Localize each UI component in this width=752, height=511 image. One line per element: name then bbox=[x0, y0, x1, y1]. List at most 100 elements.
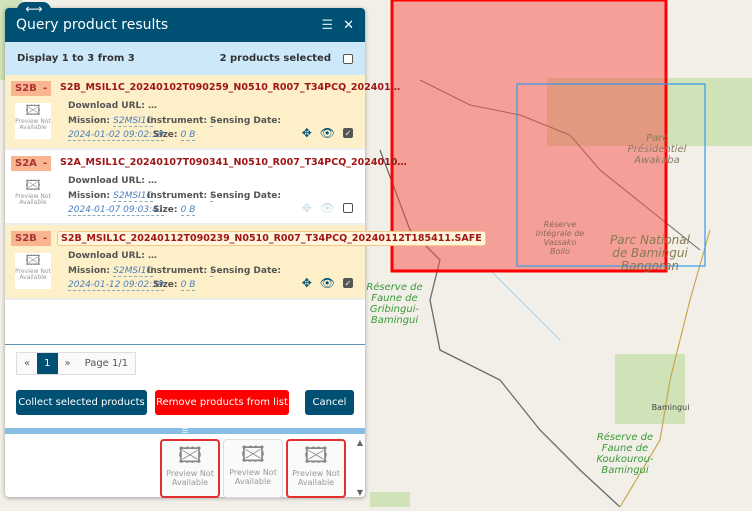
scroll-down-icon[interactable]: ▼ bbox=[357, 488, 363, 497]
eye-icon[interactable]: 👁 bbox=[320, 201, 335, 215]
platform-badge: S2B bbox=[11, 231, 41, 246]
product-row[interactable]: S2B - S2B_MSIL1C_20240112T090239_N0510_R… bbox=[5, 225, 486, 300]
instrument-field: Instrument: - bbox=[147, 191, 214, 202]
field-label: Sensing Date: bbox=[210, 266, 281, 276]
cancel-button[interactable]: Cancel bbox=[305, 390, 354, 415]
platform-badge: S2B bbox=[11, 81, 41, 96]
preview-tile[interactable]: 🖾 Preview Not Available bbox=[286, 439, 346, 498]
select-all-checkbox[interactable] bbox=[343, 53, 353, 64]
preview-thumbnail: 🖾 Preview Not Available bbox=[15, 253, 51, 289]
park-area bbox=[370, 492, 410, 507]
mission-field: Mission: S2MSI1C bbox=[68, 116, 153, 127]
date-value[interactable]: 2024-01-02 09:02:59 bbox=[68, 130, 164, 141]
image-icon: 🖾 bbox=[25, 178, 41, 194]
preview-tile[interactable]: 🖾 Preview Not Available bbox=[160, 439, 220, 498]
preview-text: Preview Not Available bbox=[15, 268, 51, 281]
field-label: Size: bbox=[153, 280, 178, 290]
size-value[interactable]: 0 B bbox=[180, 280, 196, 291]
size-field: Size: 0 B bbox=[153, 205, 196, 216]
date-value[interactable]: 2024-01-12 09:02:39 bbox=[68, 280, 164, 291]
flag-badge: - bbox=[39, 231, 52, 246]
map-label: Parc Présidentiel Awakaba bbox=[627, 133, 687, 166]
river bbox=[489, 269, 561, 341]
selected-count: 2 products selected bbox=[219, 53, 331, 64]
product-row[interactable]: S2B - S2B_MSIL1C_20240102T090259_N0510_R… bbox=[5, 75, 400, 150]
preview-text: Preview Not Available bbox=[229, 468, 277, 486]
preview-tile[interactable]: 🖾 Preview Not Available bbox=[223, 439, 283, 498]
image-icon: 🖾 bbox=[25, 253, 41, 269]
field-label: Download URL: bbox=[68, 251, 145, 261]
scroll-up-icon[interactable]: ▲ bbox=[357, 438, 363, 447]
image-icon: 🖾 bbox=[178, 444, 202, 469]
sensing-date-field: Sensing Date: bbox=[210, 191, 281, 201]
platform-badge: S2A bbox=[11, 156, 41, 171]
flag-badge: - bbox=[39, 156, 52, 171]
field-label: Download URL: bbox=[68, 176, 145, 186]
map-label: Parc National de Bamingui Bangoran bbox=[610, 233, 690, 273]
zoom-to-icon[interactable]: ✥ bbox=[302, 201, 312, 215]
page-info: Page 1/1 bbox=[77, 353, 136, 374]
field-label: Mission: bbox=[68, 116, 111, 126]
preview-thumbnail: 🖾 Preview Not Available bbox=[15, 178, 51, 214]
download-url-field: Download URL: … bbox=[68, 101, 157, 111]
field-label: Sensing Date: bbox=[210, 116, 281, 126]
instrument-field: Instrument: - bbox=[147, 266, 214, 277]
date-field: 2024-01-07 09:03:41 bbox=[68, 205, 164, 216]
product-name[interactable]: S2A_MSIL1C_20240107T090341_N0510_R007_T3… bbox=[57, 156, 410, 169]
results-summary-bar: Display 1 to 3 from 3 2 products selecte… bbox=[5, 42, 365, 75]
pagination: « 1 » Page 1/1 bbox=[16, 352, 137, 375]
product-name[interactable]: S2B_MSIL1C_20240102T090259_N0510_R007_T3… bbox=[57, 81, 403, 94]
sensing-date-field: Sensing Date: bbox=[210, 266, 281, 276]
field-label: Sensing Date: bbox=[210, 191, 281, 201]
resize-handle-icon[interactable]: ⟷ bbox=[17, 2, 51, 18]
size-value[interactable]: 0 B bbox=[180, 130, 196, 141]
preview-text: Preview Not Available bbox=[292, 469, 340, 487]
field-label: Instrument: bbox=[147, 266, 208, 276]
date-value[interactable]: 2024-01-07 09:03:41 bbox=[68, 205, 164, 216]
field-label: Mission: bbox=[68, 191, 111, 201]
map-label: Réserve de Faune de Koukourou-Bamingui bbox=[596, 432, 654, 476]
field-label: Instrument: bbox=[147, 191, 208, 201]
remove-products-button[interactable]: Remove products from list bbox=[155, 390, 289, 415]
close-icon[interactable]: ✕ bbox=[343, 18, 354, 33]
download-url[interactable]: … bbox=[148, 101, 157, 111]
download-url[interactable]: … bbox=[148, 176, 157, 186]
splitter-handle[interactable]: ☰ bbox=[5, 428, 365, 435]
select-checkbox[interactable] bbox=[343, 203, 353, 213]
zoom-to-icon[interactable]: ✥ bbox=[302, 126, 312, 140]
collect-selected-button[interactable]: Collect selected products bbox=[16, 390, 147, 415]
page-1-button[interactable]: 1 bbox=[37, 353, 58, 374]
flag-badge: - bbox=[39, 81, 52, 96]
download-url-field: Download URL: … bbox=[68, 176, 157, 186]
size-field: Size: 0 B bbox=[153, 280, 196, 291]
preview-text: Preview Not Available bbox=[15, 193, 51, 206]
list-toggle-icon[interactable]: ☰ bbox=[321, 18, 333, 33]
image-icon: 🖾 bbox=[241, 443, 265, 468]
date-field: 2024-01-02 09:02:59 bbox=[68, 130, 164, 141]
field-label: Size: bbox=[153, 130, 178, 140]
eye-icon[interactable]: 👁 bbox=[320, 276, 335, 290]
product-row[interactable]: S2A - S2A_MSIL1C_20240107T090341_N0510_R… bbox=[5, 150, 407, 225]
instrument-field: Instrument: - bbox=[147, 116, 214, 127]
select-checkbox[interactable]: ✓ bbox=[343, 278, 353, 288]
preview-thumbnail: 🖾 Preview Not Available bbox=[15, 103, 51, 139]
next-page-button[interactable]: » bbox=[57, 353, 78, 374]
size-value[interactable]: 0 B bbox=[180, 205, 196, 216]
map-label: Bamingui bbox=[651, 403, 690, 412]
row-actions: ✥ 👁 bbox=[302, 201, 353, 215]
product-name[interactable]: S2B_MSIL1C_20240112T090239_N0510_R007_T3… bbox=[57, 231, 486, 246]
divider bbox=[5, 344, 365, 345]
field-label: Instrument: bbox=[147, 116, 208, 126]
download-url[interactable]: … bbox=[148, 251, 157, 261]
prev-page-button[interactable]: « bbox=[17, 353, 38, 374]
mission-field: Mission: S2MSI1C bbox=[68, 191, 153, 202]
query-results-panel: ⟷ Query product results ☰ ✕ Display 1 to… bbox=[5, 2, 486, 498]
select-checkbox[interactable]: ✓ bbox=[343, 128, 353, 138]
map-label: Réserve Intégrale de Vassako Bollo bbox=[535, 220, 585, 256]
eye-icon[interactable]: 👁 bbox=[320, 126, 335, 140]
mission-field: Mission: S2MSI1C bbox=[68, 266, 153, 277]
map-label: Réserve de Faune de Gribingui-Bamingui bbox=[366, 282, 423, 326]
download-url-field: Download URL: … bbox=[68, 251, 157, 261]
park-area bbox=[615, 354, 685, 424]
zoom-to-icon[interactable]: ✥ bbox=[302, 276, 312, 290]
